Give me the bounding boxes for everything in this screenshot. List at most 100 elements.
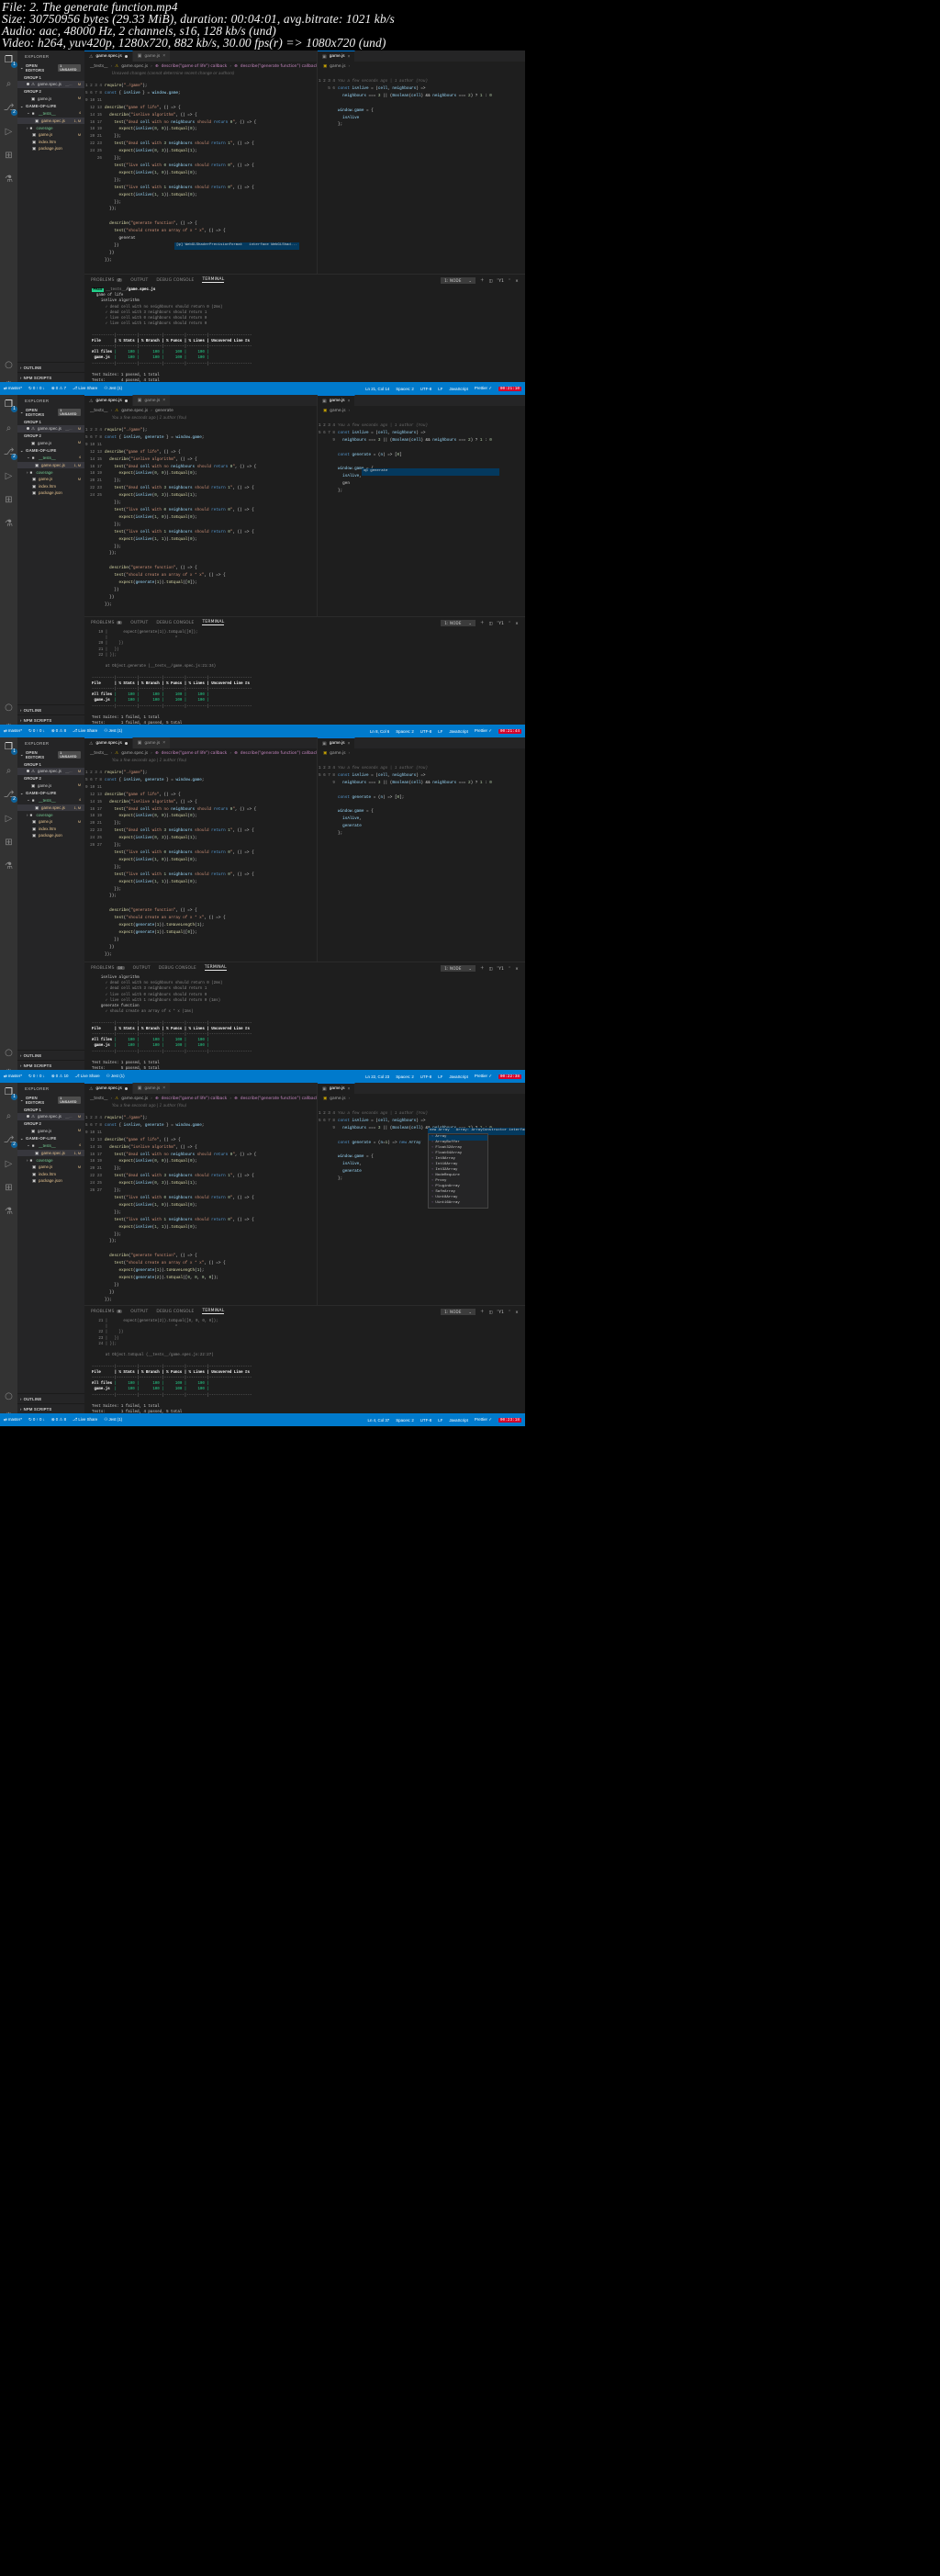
editor-tab[interactable]: ⚠ game.spec.js xyxy=(84,737,133,748)
status-item[interactable]: Ln 21, Col 14 xyxy=(365,387,389,391)
status-item[interactable]: ⎇ Live Share xyxy=(74,1074,99,1079)
panel-tab[interactable]: TERMINAL xyxy=(204,965,227,971)
file-tree-item[interactable]: ▣ package.json xyxy=(17,145,84,152)
file-tree-item[interactable]: ▣ game.js M xyxy=(17,1164,84,1171)
search-icon[interactable]: ⌕ xyxy=(3,422,15,434)
status-item[interactable]: ⚇ Jest (1) xyxy=(104,386,122,391)
source-control-icon[interactable]: ⎇ 2 xyxy=(3,789,17,803)
panel-tab[interactable]: PROBLEMS 8 xyxy=(91,1309,123,1314)
panel-tab[interactable]: TERMINAL xyxy=(202,620,225,625)
close-icon[interactable]: × xyxy=(162,398,165,403)
test-icon[interactable]: ⚗ xyxy=(3,174,15,186)
file-tree-item[interactable]: ▣ game.spec.js 1, M xyxy=(17,117,84,125)
status-item[interactable]: JavaScript xyxy=(449,1418,468,1423)
editor-tab[interactable]: ⚠ game.spec.js xyxy=(84,395,133,406)
close-icon[interactable]: × xyxy=(348,399,351,404)
editor-tab-bar-right[interactable]: ▣ game.js × xyxy=(318,51,525,62)
status-item[interactable]: ↻ 0 ↑ 0 ↓ xyxy=(28,1074,45,1079)
bottom-panel[interactable]: PROBLEMS 8 OUTPUT DEBUG CONSOLE TERMINAL 1: n… xyxy=(84,616,525,737)
status-bar-right[interactable]: Ln 4, Col 37 Spaces: 2 UTF-8 LF JavaScript Pr… xyxy=(368,1417,521,1423)
close-icon[interactable]: × xyxy=(162,740,165,746)
breadcrumb-item[interactable]: game.js xyxy=(330,64,345,69)
status-item[interactable]: LF xyxy=(438,1418,442,1423)
terminal-selector[interactable]: 1: node ⌄ xyxy=(441,276,476,284)
explorer-icon[interactable]: ❐ 1 xyxy=(3,1086,17,1100)
status-item[interactable]: ⇄ master* xyxy=(4,1074,22,1079)
terminal-output[interactable]: 21 | expect(generate(2)).toEqual([0, 0, … xyxy=(84,1317,525,1426)
panel-actions[interactable]: 1: node ⌄ ＋ ◫ Ὕ1 ˄ × xyxy=(441,276,519,284)
frame-3[interactable]: ❐1⌕⎇2▷⊞⚗○⚙EXPLORER⌄OPEN EDITORS1 UNSAVED… xyxy=(0,737,525,1083)
status-item[interactable]: ⊗ 0 ⚠ 8 xyxy=(51,728,66,734)
breadcrumb-item[interactable]: __tests__ xyxy=(90,64,108,69)
explorer-sidebar[interactable]: EXPLORER ⌄ OPEN EDITORS 1 UNSAVED GROUP 1 ⚠ ga… xyxy=(17,1083,84,1426)
panel-tab[interactable]: OUTPUT xyxy=(130,278,148,283)
status-item[interactable]: ↻ 0 ↑ 0 ↓ xyxy=(28,1417,45,1423)
status-bar[interactable]: ⇄ master* ↻ 0 ↑ 0 ↓ ⊗ 0 ⚠ 8 ⎇ Live Share ⚇ J… xyxy=(0,725,525,737)
split-terminal-icon[interactable]: ◫ xyxy=(489,621,493,625)
status-item[interactable]: Ln 22, Col 23 xyxy=(365,1074,389,1079)
status-bar-right[interactable]: Ln 21, Col 14 Spaces: 2 UTF-8 LF JavaScript P… xyxy=(365,386,521,391)
project-folder-section[interactable]: ⌄ GAME-OF-LIFE xyxy=(17,789,84,796)
open-editor-item[interactable]: ⚠ game.spec.js __... M xyxy=(17,768,84,775)
status-bar-right[interactable]: Ln 8, Col 6 Spaces: 2 UTF-8 LF JavaScript Pre… xyxy=(370,728,521,734)
search-icon[interactable]: ⌕ xyxy=(3,765,15,777)
explorer-icon[interactable]: ❐ 1 xyxy=(3,54,17,68)
file-tree-item[interactable]: ▣ game.js M xyxy=(17,476,84,483)
open-editors-section[interactable]: ⌄ OPEN EDITORS 1 UNSAVED xyxy=(17,1094,84,1106)
status-item[interactable]: UTF-8 xyxy=(420,387,431,391)
close-icon[interactable]: × xyxy=(348,741,351,747)
status-item[interactable]: JavaScript xyxy=(449,1074,468,1079)
status-item[interactable]: LF xyxy=(438,729,442,734)
panel-tab[interactable]: DEBUG CONSOLE xyxy=(156,1310,194,1314)
maximize-panel-icon[interactable]: ˄ xyxy=(509,1310,510,1314)
breadcrumb-right[interactable]: ▣ game.js › xyxy=(318,406,525,415)
suggest-widget[interactable]: ▫ Array ▫ ArrayBuffer ▫ Float32Array ▫ Float64A… xyxy=(428,1133,488,1209)
maximize-panel-icon[interactable]: ˄ xyxy=(509,278,510,283)
accounts-icon[interactable]: ○ xyxy=(3,702,15,714)
editor-tab-bar-right[interactable]: ▣ game.js × xyxy=(318,395,525,406)
extensions-icon[interactable]: ⊞ xyxy=(3,494,15,506)
status-item[interactable]: UTF-8 xyxy=(420,729,431,734)
test-icon[interactable]: ⚗ xyxy=(3,1206,15,1218)
open-editor-item[interactable]: ⚠ game.spec.js __... M xyxy=(17,81,84,88)
breadcrumb-item[interactable]: generate xyxy=(155,409,173,413)
panel-tab-bar[interactable]: PROBLEMS 7 OUTPUT DEBUG CONSOLE TERMINAL 1: n… xyxy=(84,275,525,286)
status-item[interactable]: ⎇ Live Share xyxy=(73,1417,97,1423)
test-icon[interactable]: ⚗ xyxy=(3,861,15,872)
project-folder-section[interactable]: ⌄ GAME-OF-LIFE xyxy=(17,102,84,109)
search-icon[interactable]: ⌕ xyxy=(3,78,15,90)
run-debug-icon[interactable]: ▷ xyxy=(3,813,15,825)
file-tree-item[interactable]: ▣ index.htm xyxy=(17,826,84,833)
file-tree-item[interactable]: › ■ coverage xyxy=(17,124,84,131)
accounts-icon[interactable]: ○ xyxy=(3,1390,15,1402)
close-panel-icon[interactable]: × xyxy=(515,278,519,283)
breadcrumb-item[interactable]: game.js xyxy=(330,1097,345,1101)
activity-bar[interactable]: ❐1⌕⎇2▷⊞⚗○⚙ xyxy=(0,51,17,395)
close-panel-icon[interactable]: × xyxy=(515,1310,519,1314)
explorer-sidebar[interactable]: EXPLORER ⌄ OPEN EDITORS 1 UNSAVED GROUP 1 ⚠ ga… xyxy=(17,51,84,395)
editor-tab[interactable]: ▣ game.js × xyxy=(132,737,172,748)
frame-1[interactable]: ❐1⌕⎇2▷⊞⚗○⚙EXPLORER⌄OPEN EDITORS1 UNSAVED… xyxy=(0,51,525,395)
status-item[interactable]: ⎇ Live Share xyxy=(73,386,97,391)
panel-tab-bar[interactable]: PROBLEMS 8 OUTPUT DEBUG CONSOLE TERMINAL 1: n… xyxy=(84,1306,525,1317)
editor-tab[interactable]: ▣ game.js × xyxy=(318,1083,356,1094)
file-tree-item[interactable]: › ■ coverage xyxy=(17,811,84,818)
status-item[interactable]: ⚇ Jest (1) xyxy=(104,728,122,734)
status-bar[interactable]: ⇄ master* ↻ 0 ↑ 0 ↓ ⊗ 0 ⚠ 7 ⎇ Live Share ⚇ J… xyxy=(0,382,525,395)
source-control-icon[interactable]: ⎇ 2 xyxy=(3,446,17,460)
panel-actions[interactable]: 1: node ⌄ ＋ ◫ Ὕ1 ˄ × xyxy=(441,1308,519,1315)
accounts-icon[interactable]: ○ xyxy=(3,1047,15,1059)
npm-scripts-section[interactable]: › NPM SCRIPTS xyxy=(17,714,84,725)
status-bar[interactable]: ⇄ master* ↻ 0 ↑ 0 ↓ ⊗ 0 ⚠ 8 ⎇ Live Share ⚇ J… xyxy=(0,1413,525,1426)
status-item[interactable]: Spaces: 2 xyxy=(396,729,414,734)
breadcrumb-item[interactable]: __tests__ xyxy=(90,751,108,756)
trash-icon[interactable]: Ὕ1 xyxy=(498,966,504,971)
open-editors-section[interactable]: ⌄ OPEN EDITORS 1 UNSAVED xyxy=(17,62,84,73)
status-item[interactable]: ⊗ 0 ⚠ 10 xyxy=(51,1074,69,1079)
status-item[interactable]: Prettier ✓ xyxy=(475,386,492,391)
npm-scripts-section[interactable]: › NPM SCRIPTS xyxy=(17,372,84,382)
open-editor-item[interactable]: ⚠ game.spec.js __... M xyxy=(17,1113,84,1120)
editor-tab[interactable]: ▣ game.js × xyxy=(318,51,356,62)
frame-4[interactable]: ❐1⌕⎇2▷⊞⚗○⚙EXPLORER⌄OPEN EDITORS1 UNSAVED… xyxy=(0,1083,525,1426)
status-item[interactable]: JavaScript xyxy=(449,729,468,734)
